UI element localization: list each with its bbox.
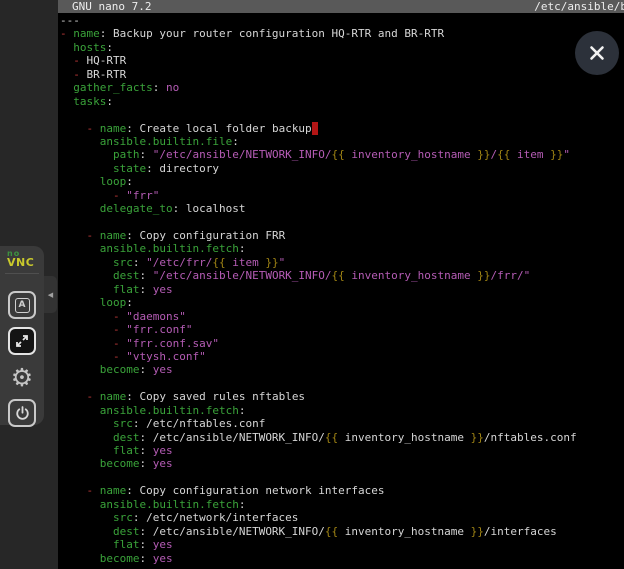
terminal-line: flat: yes <box>60 283 624 296</box>
terminal-line: - name: Create local folder backup <box>60 122 624 135</box>
control-bar-handle[interactable]: ◀ <box>44 276 57 313</box>
terminal-line: ansible.builtin.file: <box>60 135 624 148</box>
collapse-left-arrow-icon: ◀ <box>48 291 53 299</box>
terminal-line: state: directory <box>60 162 624 175</box>
terminal-line: become: yes <box>60 457 624 470</box>
terminal-line: - "frr.conf.sav" <box>60 337 624 350</box>
terminal-line: path: "/etc/ansible/NETWORK_INFO/{{ inve… <box>60 148 624 161</box>
fullscreen-button[interactable] <box>8 327 36 355</box>
terminal-line: loop: <box>60 175 624 188</box>
terminal-line: dest: /etc/ansible/NETWORK_INFO/{{ inven… <box>60 431 624 444</box>
terminal-line: src: /etc/network/interfaces <box>60 511 624 524</box>
terminal-buffer: ---- name: Backup your router configurat… <box>60 14 624 569</box>
terminal-line: delegate_to: localhost <box>60 202 624 215</box>
sidebar-buttons: A ⚙ <box>0 291 44 427</box>
terminal-line: hosts: <box>60 41 624 54</box>
terminal-line: dest: /etc/ansible/NETWORK_INFO/{{ inven… <box>60 525 624 538</box>
terminal-line: --- <box>60 14 624 27</box>
vnc-control-bar: no VNC A ⚙ <box>0 246 44 425</box>
terminal-line: - BR-RTR <box>60 68 624 81</box>
gear-icon: ⚙ <box>11 365 33 390</box>
novnc-logo-vnc: VNC <box>7 257 44 268</box>
terminal-line: - "daemons" <box>60 310 624 323</box>
terminal-line: - "frr.conf" <box>60 323 624 336</box>
nano-file-path: /etc/ansible/b <box>534 0 624 13</box>
terminal-line: tasks: <box>60 95 624 108</box>
terminal-line: gather_facts: no <box>60 81 624 94</box>
terminal-line: - name: Backup your router configuration… <box>60 27 624 40</box>
terminal-line: - name: Copy configuration network inter… <box>60 484 624 497</box>
terminal-line: src: "/etc/frr/{{ item }}" <box>60 256 624 269</box>
terminal-line: loop: <box>60 296 624 309</box>
a-key-icon: A <box>15 298 30 313</box>
terminal-line <box>60 377 624 390</box>
terminal-line: flat: yes <box>60 444 624 457</box>
terminal-line: src: /etc/nftables.conf <box>60 417 624 430</box>
terminal-line: - HQ-RTR <box>60 54 624 67</box>
terminal-line: - "frr" <box>60 189 624 202</box>
terminal-line: flat: yes <box>60 538 624 551</box>
terminal-line <box>60 216 624 229</box>
fullscreen-icon <box>14 333 30 349</box>
terminal-line: - name: Copy saved rules nftables <box>60 390 624 403</box>
power-icon <box>14 405 31 422</box>
power-button[interactable] <box>8 399 36 427</box>
text-cursor <box>312 122 319 135</box>
sidebar-divider <box>5 273 39 274</box>
terminal-line <box>60 108 624 121</box>
nano-titlebar: GNU nano 7.2 /etc/ansible/b <box>58 0 624 13</box>
terminal-line: - "vtysh.conf" <box>60 350 624 363</box>
terminal-line: ansible.builtin.fetch: <box>60 498 624 511</box>
terminal-line: ansible.builtin.fetch: <box>60 242 624 255</box>
terminal-line: dest: "/etc/ansible/NETWORK_INFO/{{ inve… <box>60 269 624 282</box>
settings-button[interactable]: ⚙ <box>8 363 36 391</box>
terminal-line <box>60 471 624 484</box>
novnc-logo: no VNC <box>0 250 44 268</box>
close-button[interactable] <box>575 31 619 75</box>
vnc-terminal-screen[interactable]: GNU nano 7.2 /etc/ansible/b ---- name: B… <box>58 0 624 569</box>
extra-keys-button[interactable]: A <box>8 291 36 319</box>
close-icon <box>588 44 606 62</box>
terminal-line: become: yes <box>60 552 624 565</box>
terminal-line: become: yes <box>60 363 624 376</box>
terminal-line: - name: Copy configuration FRR <box>60 229 624 242</box>
nano-app-title: GNU nano 7.2 <box>72 0 151 13</box>
terminal-line: ansible.builtin.fetch: <box>60 404 624 417</box>
